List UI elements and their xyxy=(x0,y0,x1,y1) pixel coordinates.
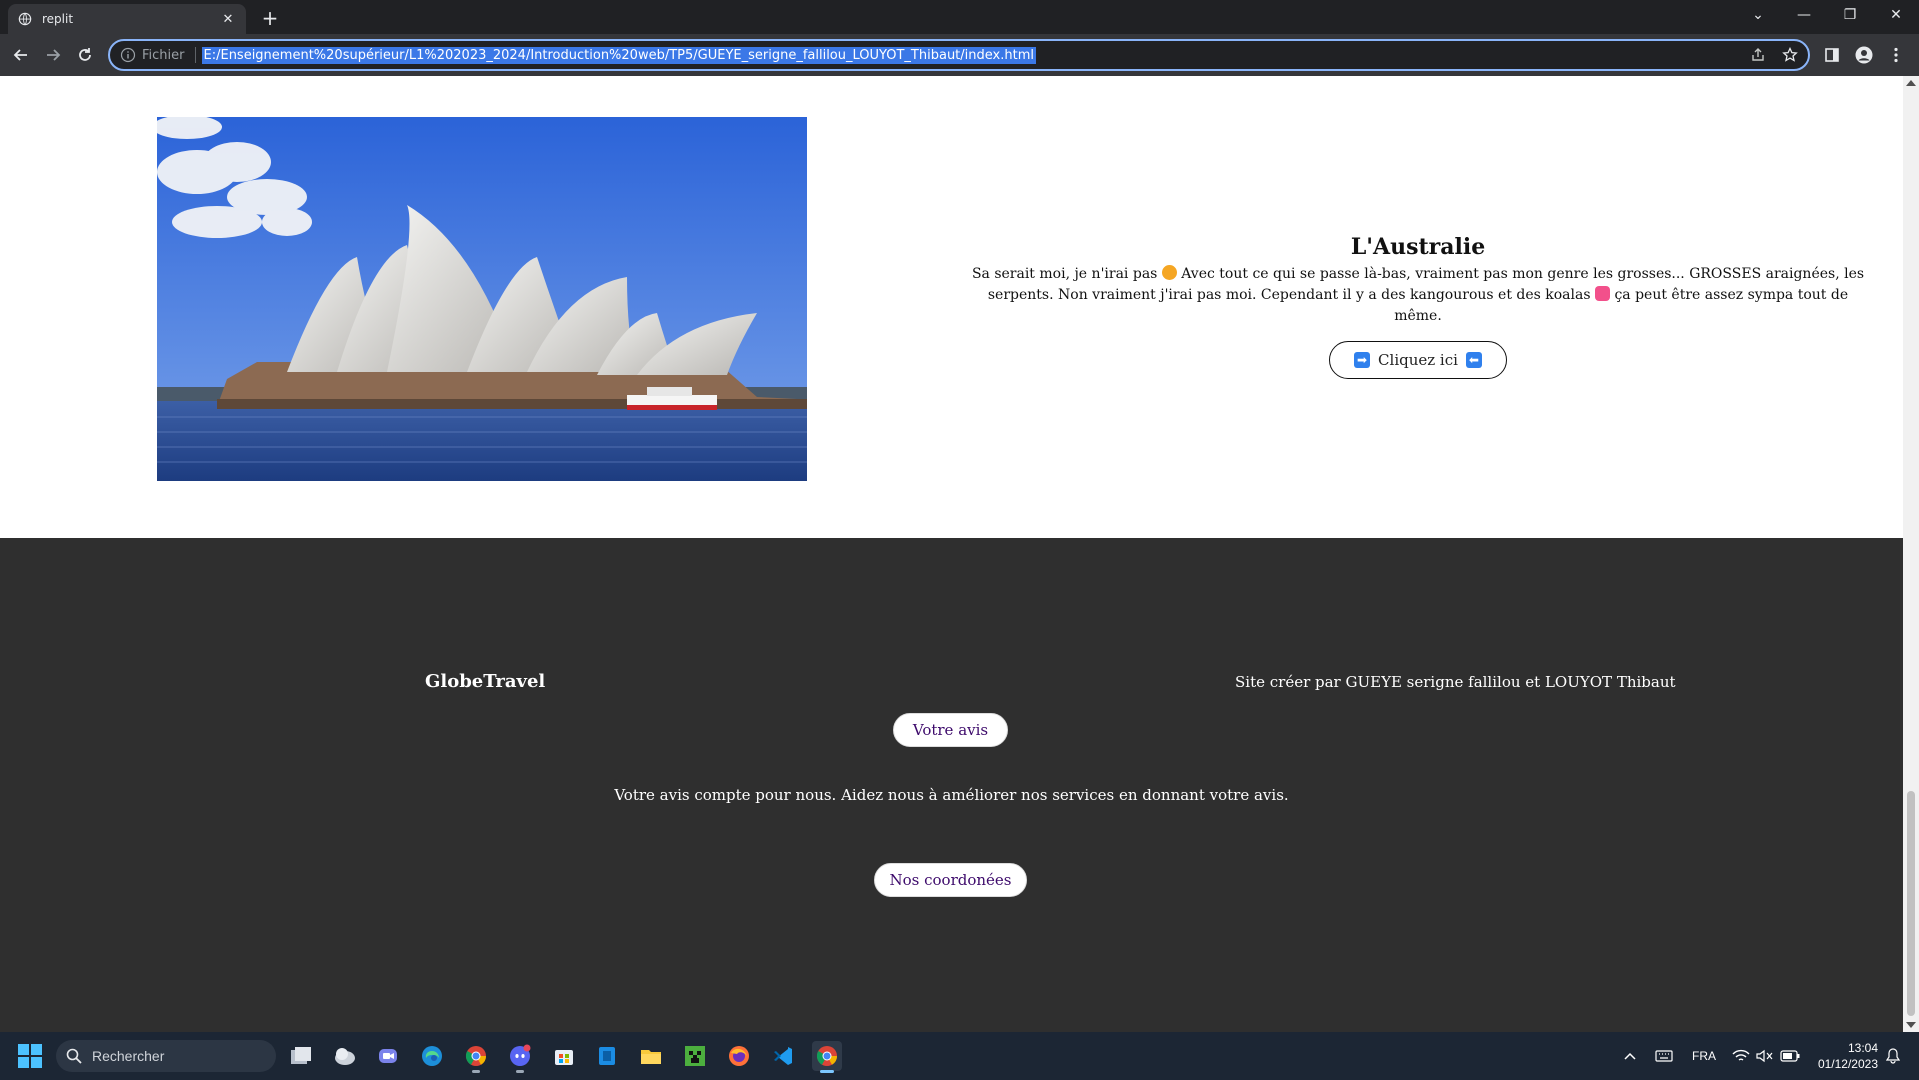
click-here-label: Cliquez ici xyxy=(1378,351,1458,369)
bookmark-star-icon[interactable] xyxy=(1782,47,1798,63)
keyboard-icon[interactable] xyxy=(1655,1032,1673,1080)
reload-icon[interactable] xyxy=(72,42,98,68)
scheme-label: Fichier xyxy=(142,47,185,63)
show-hidden-icons-chevron-icon[interactable] xyxy=(1624,1032,1636,1080)
url-text[interactable]: E:/Enseignement%20supérieur/L1%202023_20… xyxy=(201,46,1036,64)
firefox-icon[interactable] xyxy=(724,1041,754,1071)
globe-icon xyxy=(18,12,32,26)
forward-arrow-icon[interactable] xyxy=(40,42,66,68)
site-footer: GlobeTravel Site créer par GUEYE serigne… xyxy=(0,538,1903,1032)
active-indicator xyxy=(820,1070,834,1073)
scroll-up-arrow-icon[interactable] xyxy=(1906,80,1916,86)
browser-tab[interactable]: replit ✕ xyxy=(8,4,246,34)
footer-credits: Site créer par GUEYE serigne fallilou et… xyxy=(1235,673,1676,691)
browser-toolbar: Fichier E:/Enseignement%20supérieur/L1%2… xyxy=(0,34,1919,76)
minimize-button[interactable]: — xyxy=(1781,0,1827,30)
close-tab-icon[interactable]: ✕ xyxy=(220,11,236,27)
tab-search-chevron-icon[interactable]: ⌄ xyxy=(1735,0,1781,30)
wifi-icon[interactable] xyxy=(1732,1032,1750,1080)
battery-icon[interactable] xyxy=(1780,1032,1800,1080)
edge-browser-icon[interactable] xyxy=(417,1041,447,1071)
teams-chat-icon[interactable] xyxy=(373,1041,403,1071)
page-scrollbar[interactable] xyxy=(1903,76,1919,1032)
back-arrow-icon[interactable] xyxy=(8,42,34,68)
angry-face-emoji-icon xyxy=(1161,265,1177,280)
scrollbar-thumb[interactable] xyxy=(1907,791,1915,1016)
taskbar-search-box[interactable]: Rechercher xyxy=(56,1040,276,1072)
contact-button[interactable]: Nos coordonées xyxy=(874,863,1027,897)
destination-description: Sa serait moi, je n'irai pas Avec tout c… xyxy=(962,264,1874,327)
windows-taskbar: Rechercher FRA 13:04 01/12/2023 xyxy=(0,1032,1919,1080)
notification-bell-icon[interactable] xyxy=(1886,1032,1900,1080)
share-icon[interactable] xyxy=(1750,47,1766,63)
page-viewport: L'Australie Sa serait moi, je n'irai pas… xyxy=(0,76,1919,1032)
destination-card: L'Australie Sa serait moi, je n'irai pas… xyxy=(962,234,1874,379)
running-indicator xyxy=(472,1070,480,1073)
taskbar-clock[interactable]: 13:04 01/12/2023 xyxy=(1810,1040,1878,1072)
chrome-icon[interactable] xyxy=(461,1041,491,1073)
tab-title: replit xyxy=(42,12,74,26)
right-arrow-icon: ➡ xyxy=(1354,352,1371,368)
volume-muted-icon[interactable] xyxy=(1756,1032,1774,1080)
vscode-icon[interactable] xyxy=(768,1041,798,1071)
profile-avatar-icon[interactable] xyxy=(1852,43,1876,67)
close-window-button[interactable]: ✕ xyxy=(1873,0,1919,30)
sydney-opera-house-image xyxy=(157,117,807,481)
minecraft-icon[interactable] xyxy=(680,1041,710,1071)
kebab-menu-icon[interactable] xyxy=(1884,43,1908,67)
search-placeholder: Rechercher xyxy=(92,1048,165,1064)
weather-widget-icon[interactable] xyxy=(330,1041,360,1071)
description-part-1: Sa serait moi, je n'irai pas xyxy=(971,266,1158,282)
restore-button[interactable]: ❐ xyxy=(1827,0,1873,30)
destination-title: L'Australie xyxy=(1350,234,1486,260)
discord-icon[interactable] xyxy=(505,1041,535,1073)
windows-start-icon[interactable] xyxy=(18,1044,42,1068)
footer-brand: GlobeTravel xyxy=(425,671,546,692)
file-explorer-icon[interactable] xyxy=(636,1041,666,1071)
heart-emoji-icon xyxy=(1595,286,1610,301)
clock-date: 01/12/2023 xyxy=(1817,1057,1878,1071)
clock-time: 13:04 xyxy=(1847,1041,1878,1055)
address-bar[interactable]: Fichier E:/Enseignement%20supérieur/L1%2… xyxy=(108,39,1810,71)
click-here-button[interactable]: ➡ Cliquez ici ⬅ xyxy=(1329,341,1507,379)
new-tab-button[interactable]: + xyxy=(258,6,282,30)
feedback-button[interactable]: Votre avis xyxy=(893,713,1008,747)
language-indicator[interactable]: FRA xyxy=(1692,1032,1716,1080)
omnibox-divider xyxy=(194,47,196,63)
side-panel-icon[interactable] xyxy=(1820,43,1844,67)
chrome-active-icon[interactable] xyxy=(812,1041,842,1073)
browser-tab-strip: replit ✕ + ⌄ — ❐ ✕ xyxy=(0,0,1919,34)
microsoft-store-icon[interactable] xyxy=(549,1041,579,1071)
left-arrow-icon: ⬅ xyxy=(1465,352,1482,368)
running-indicator xyxy=(516,1070,524,1073)
info-icon[interactable] xyxy=(120,47,136,63)
feedback-text: Votre avis compte pour nous. Aidez nous … xyxy=(614,786,1289,804)
scroll-down-arrow-icon[interactable] xyxy=(1906,1022,1916,1028)
blue-app-icon[interactable] xyxy=(592,1041,622,1071)
task-view-icon[interactable] xyxy=(286,1041,316,1071)
search-icon xyxy=(66,1048,82,1064)
